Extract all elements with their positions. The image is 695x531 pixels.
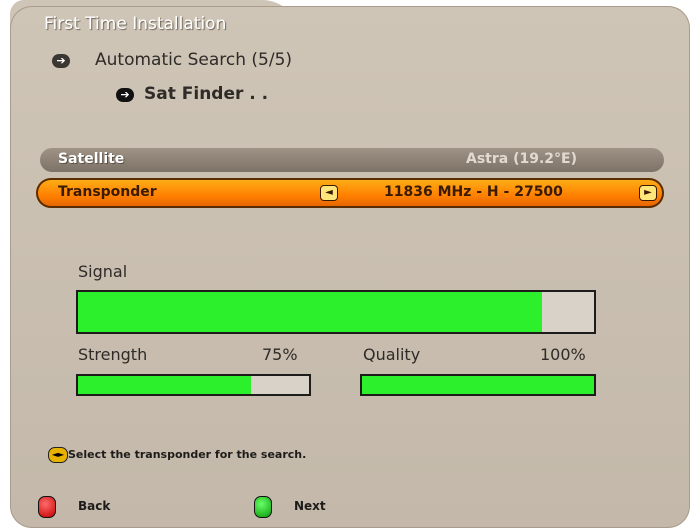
quality-label: Quality (363, 345, 421, 364)
arrow-right-icon: ➔ (52, 54, 70, 68)
signal-label: Signal (78, 262, 128, 281)
signal-level-bar (76, 290, 596, 334)
red-key-icon[interactable] (38, 496, 56, 518)
next-button[interactable]: Next (294, 499, 326, 513)
help-text: Select the transponder for the search. (68, 448, 307, 461)
back-button[interactable]: Back (78, 499, 110, 513)
strength-level-fill (78, 376, 252, 394)
page-title: First Time Installation (44, 14, 227, 34)
transponder-label: Transponder (58, 184, 157, 200)
strength-level-bar (76, 374, 311, 396)
arrow-right-icon: ➔ (116, 88, 134, 102)
satellite-value: Astra (19.2°E) (466, 151, 577, 167)
breadcrumb-step: Automatic Search (5/5) (95, 50, 293, 70)
quality-level-fill (362, 376, 594, 394)
quality-level-bar (360, 374, 596, 396)
transponder-value: 11836 MHz - H - 27500 (384, 184, 563, 200)
signal-level-fill (78, 292, 543, 332)
quality-value: 100% (540, 345, 586, 364)
satellite-label: Satellite (58, 151, 125, 167)
satellite-row[interactable]: Satellite Astra (19.2°E) (40, 148, 664, 172)
green-key-icon[interactable] (254, 496, 272, 518)
strength-value: 75% (262, 345, 298, 364)
right-arrow-icon[interactable]: ► (639, 185, 657, 201)
left-arrow-icon[interactable]: ◄ (320, 185, 338, 201)
left-right-key-icon: ◄► (48, 447, 68, 463)
strength-label: Strength (78, 345, 148, 364)
breadcrumb-substep: Sat Finder . . (144, 84, 269, 104)
transponder-row[interactable]: Transponder ◄ 11836 MHz - H - 27500 ► (36, 178, 664, 208)
